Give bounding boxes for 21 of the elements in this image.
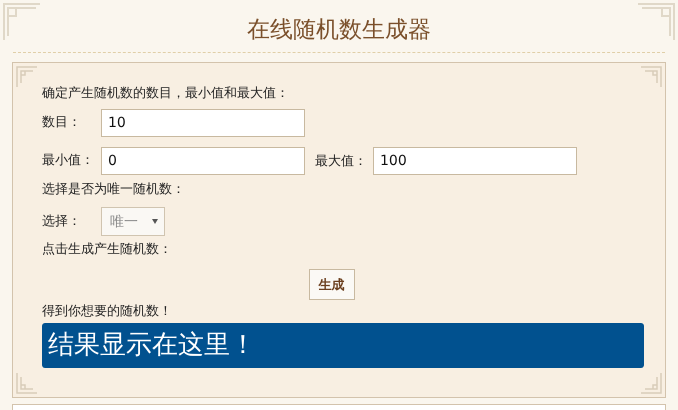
count-field[interactable]: 10 bbox=[101, 109, 305, 137]
instruction-text: 确定产生随机数的数目，最小值和最大值： bbox=[42, 85, 290, 103]
page-title: 在线随机数生成器 bbox=[246, 16, 432, 45]
instruction-text: 点击生成产生随机数： bbox=[42, 241, 173, 259]
min-field[interactable]: 0 bbox=[101, 147, 305, 175]
corner-ornament-icon bbox=[16, 66, 38, 88]
result-display: 结果显示在这里！ bbox=[42, 323, 644, 368]
field-label: 选择： bbox=[42, 212, 82, 230]
corner-ornament-icon bbox=[16, 372, 38, 394]
result-label: 得到你想要的随机数！ bbox=[42, 303, 173, 321]
corner-ornament-icon bbox=[640, 66, 662, 88]
corner-ornament-icon bbox=[2, 2, 42, 42]
corner-ornament-icon bbox=[640, 372, 662, 394]
caret-icon bbox=[152, 219, 158, 224]
max-field[interactable]: 100 bbox=[373, 147, 577, 175]
corner-ornament-icon bbox=[636, 2, 676, 42]
field-label: 最小值： bbox=[42, 152, 95, 170]
field-label: 最大值： bbox=[315, 153, 368, 170]
field-label: 数目： bbox=[42, 114, 82, 132]
instruction-text: 选择是否为唯一随机数： bbox=[42, 181, 186, 199]
generate-button[interactable]: 生成 bbox=[308, 269, 354, 300]
